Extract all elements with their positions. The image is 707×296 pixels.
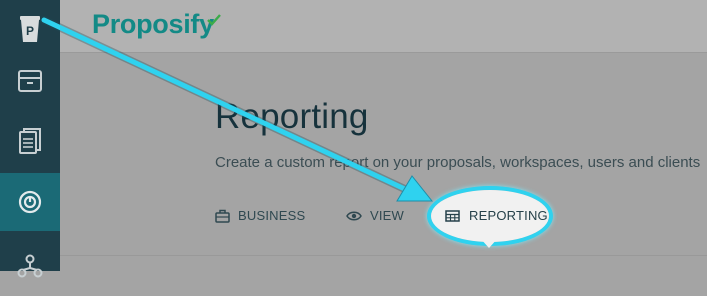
tab-reporting-label: REPORTING (469, 208, 548, 223)
sidebar-item-integrations[interactable] (0, 238, 60, 296)
main-content: Reporting Create a custom report on your… (60, 53, 707, 271)
spotlight-pointer (480, 238, 498, 248)
proposify-p-logo-icon: P (17, 15, 43, 43)
integrations-icon (17, 254, 43, 280)
eye-icon (346, 210, 362, 222)
documents-icon (17, 128, 43, 156)
proposify-logo[interactable]: Proposify (92, 9, 221, 40)
sidebar-item-documents[interactable] (0, 113, 60, 171)
tab-business[interactable]: BUSINESS (215, 208, 305, 223)
svg-text:P: P (26, 24, 34, 38)
logo-text: Proposify (92, 9, 214, 39)
sidebar-item-home[interactable]: P (0, 0, 60, 58)
tab-business-label: BUSINESS (238, 208, 306, 223)
sidebar: P (0, 0, 60, 278)
tab-view[interactable]: VIEW (346, 208, 404, 223)
content-divider (60, 255, 707, 256)
top-bar: Proposify (60, 0, 707, 53)
power-icon (17, 189, 43, 215)
tab-view-label: VIEW (370, 208, 405, 223)
page-subtitle: Create a custom report on your proposals… (215, 154, 701, 171)
archive-box-icon (17, 69, 43, 93)
table-icon (445, 209, 460, 222)
page-title: Reporting (215, 97, 369, 136)
checkmark-icon (207, 2, 221, 33)
sidebar-item-archive[interactable] (0, 52, 60, 110)
tab-reporting[interactable]: REPORTING (445, 208, 548, 223)
briefcase-icon (215, 209, 230, 223)
sidebar-item-reporting[interactable] (0, 173, 60, 231)
